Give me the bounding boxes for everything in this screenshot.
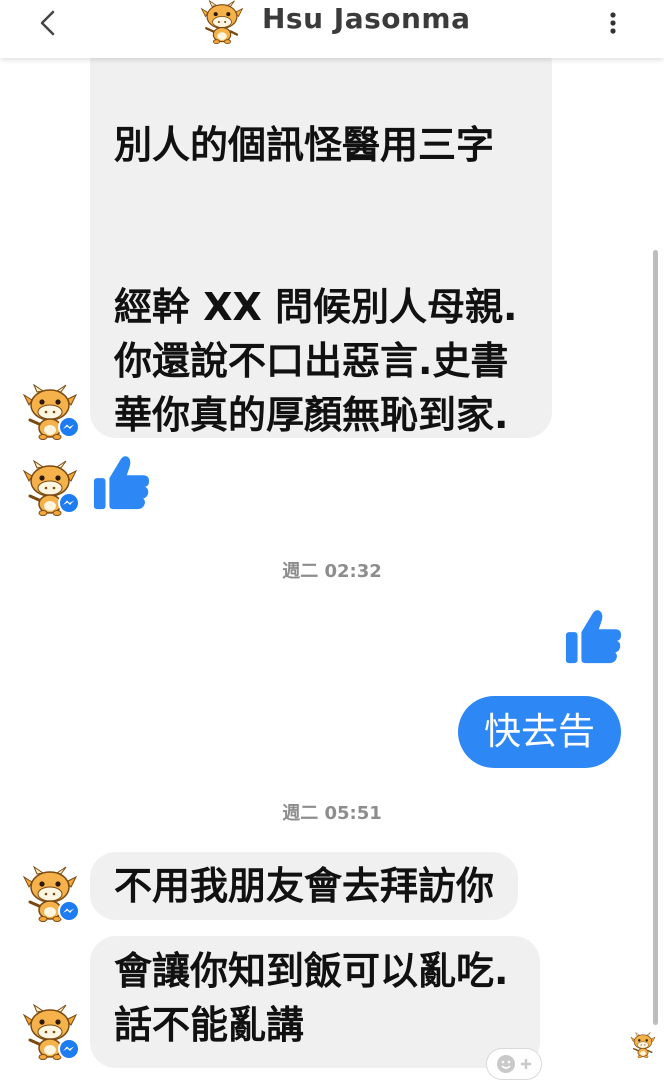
thumbs-up-icon[interactable]	[564, 606, 622, 668]
contact-avatar[interactable]	[196, 0, 248, 44]
message-text: 經幹 XX 問候別人母親. 你還說不口出惡言.史書 華你真的厚顏無恥到家. 不要…	[114, 285, 518, 437]
seen-avatar	[630, 1032, 656, 1058]
messenger-badge-icon	[58, 900, 80, 922]
chat-header: Hsu Jasonma	[0, 0, 664, 58]
messenger-badge-icon	[58, 492, 80, 514]
timestamp: 週二 05:51	[282, 803, 382, 824]
vertical-dots-icon[interactable]	[602, 6, 624, 38]
contact-name[interactable]: Hsu Jasonma	[262, 2, 471, 35]
incoming-message[interactable]: 不用我朋友會去拜訪你	[90, 852, 519, 920]
smiley-plus-icon	[497, 1055, 531, 1073]
add-reaction-button[interactable]	[486, 1048, 542, 1080]
thumbs-up-icon[interactable]	[92, 452, 150, 514]
incoming-message[interactable]: 會讓你知到飯可以亂吃. 話不能亂講	[90, 936, 540, 1068]
scrollbar[interactable]	[653, 250, 658, 1025]
message-partial-line: 別人的個訊怪醫用三字	[114, 123, 495, 167]
messenger-badge-icon	[58, 1038, 80, 1060]
message-bubble-long[interactable]: 別人的個訊怪醫用三字 經幹 XX 問候別人母親. 你還說不口出惡言.史書 華你真…	[90, 38, 552, 438]
outgoing-message[interactable]: 快去告	[458, 696, 621, 768]
messenger-badge-icon	[58, 416, 80, 438]
chevron-left-icon[interactable]	[32, 6, 66, 40]
timestamp: 週二 02:32	[282, 561, 382, 582]
